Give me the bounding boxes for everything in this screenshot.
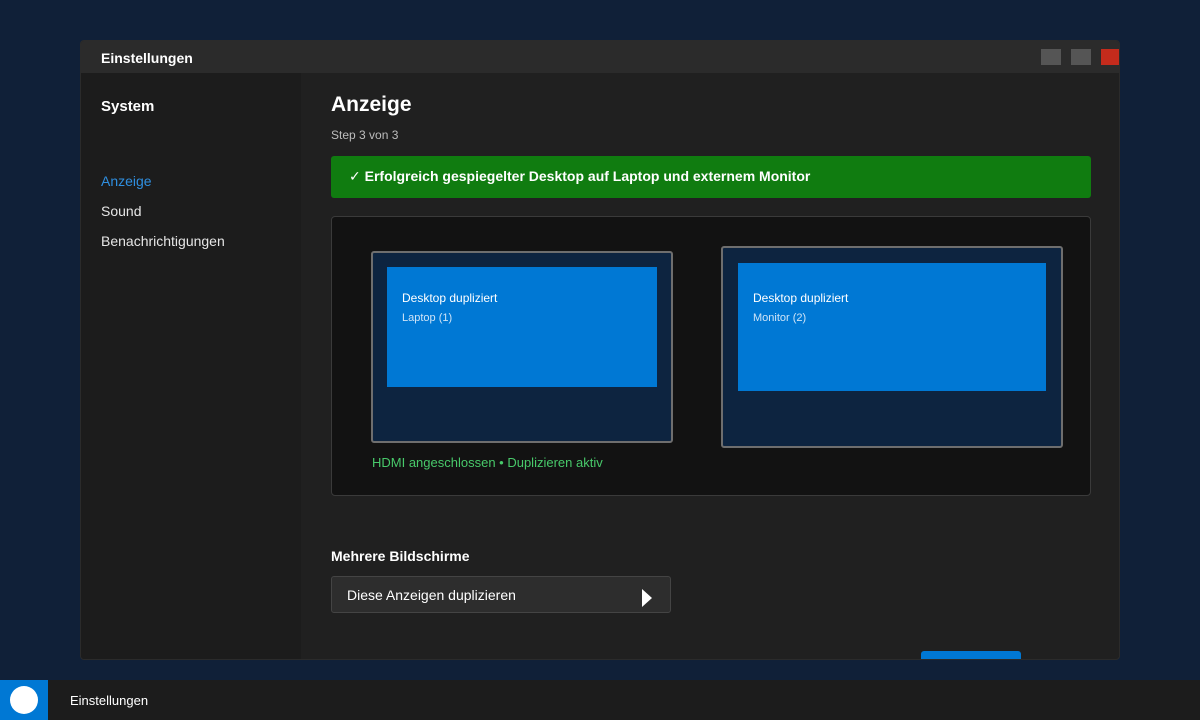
display-laptop-label: Laptop (1) xyxy=(402,312,453,324)
close-button[interactable] xyxy=(1101,49,1119,65)
multi-display-dropdown[interactable]: Diese Anzeigen duplizieren xyxy=(331,576,671,613)
start-orb-icon xyxy=(10,686,38,714)
display-monitor-label: Monitor (2) xyxy=(753,312,807,324)
success-banner: ✓ Erfolgreich gespiegelter Desktop auf L… xyxy=(331,156,1091,198)
sidebar: System Anzeige Sound Benachrichtigungen xyxy=(81,73,301,659)
display-laptop-screen: Desktop dupliziert Laptop (1) xyxy=(387,267,657,387)
title-bar[interactable]: Einstellungen xyxy=(81,41,1119,73)
apply-button[interactable]: Übernehmen xyxy=(921,651,1021,659)
sidebar-item-anzeige[interactable]: Anzeige xyxy=(101,173,152,189)
display-monitor-title: Desktop dupliziert xyxy=(753,291,849,305)
connection-status: HDMI angeschlossen • Duplizieren aktiv xyxy=(372,455,603,470)
taskbar-app-settings[interactable]: Einstellungen xyxy=(70,693,148,708)
sidebar-item-sound[interactable]: Sound xyxy=(101,203,141,219)
minimize-button[interactable] xyxy=(1041,49,1061,65)
display-laptop-title: Desktop dupliziert xyxy=(402,291,498,305)
display-laptop[interactable]: Desktop dupliziert Laptop (1) xyxy=(371,251,673,443)
window-title: Einstellungen xyxy=(101,50,193,66)
taskbar: Einstellungen xyxy=(0,680,1200,720)
sidebar-section-title: System xyxy=(101,98,155,115)
display-monitor-screen: Desktop dupliziert Monitor (2) xyxy=(738,263,1046,391)
main-content: Anzeige Step 3 von 3 ✓ Erfolgreich gespi… xyxy=(331,73,1091,659)
page-title: Anzeige xyxy=(331,93,412,116)
sidebar-item-benachrichtigungen[interactable]: Benachrichtigungen xyxy=(101,233,225,249)
dropdown-value: Diese Anzeigen duplizieren xyxy=(347,587,516,603)
multi-display-label: Mehrere Bildschirme xyxy=(331,548,470,564)
display-monitor[interactable]: Desktop dupliziert Monitor (2) xyxy=(721,246,1063,448)
settings-window: Einstellungen System Anzeige Sound Benac… xyxy=(80,40,1120,660)
start-button[interactable] xyxy=(0,680,48,720)
display-preview: Desktop dupliziert Laptop (1) Desktop du… xyxy=(331,216,1091,496)
maximize-button[interactable] xyxy=(1071,49,1091,65)
step-indicator: Step 3 von 3 xyxy=(331,128,399,142)
cursor-arrow-icon xyxy=(642,589,652,607)
